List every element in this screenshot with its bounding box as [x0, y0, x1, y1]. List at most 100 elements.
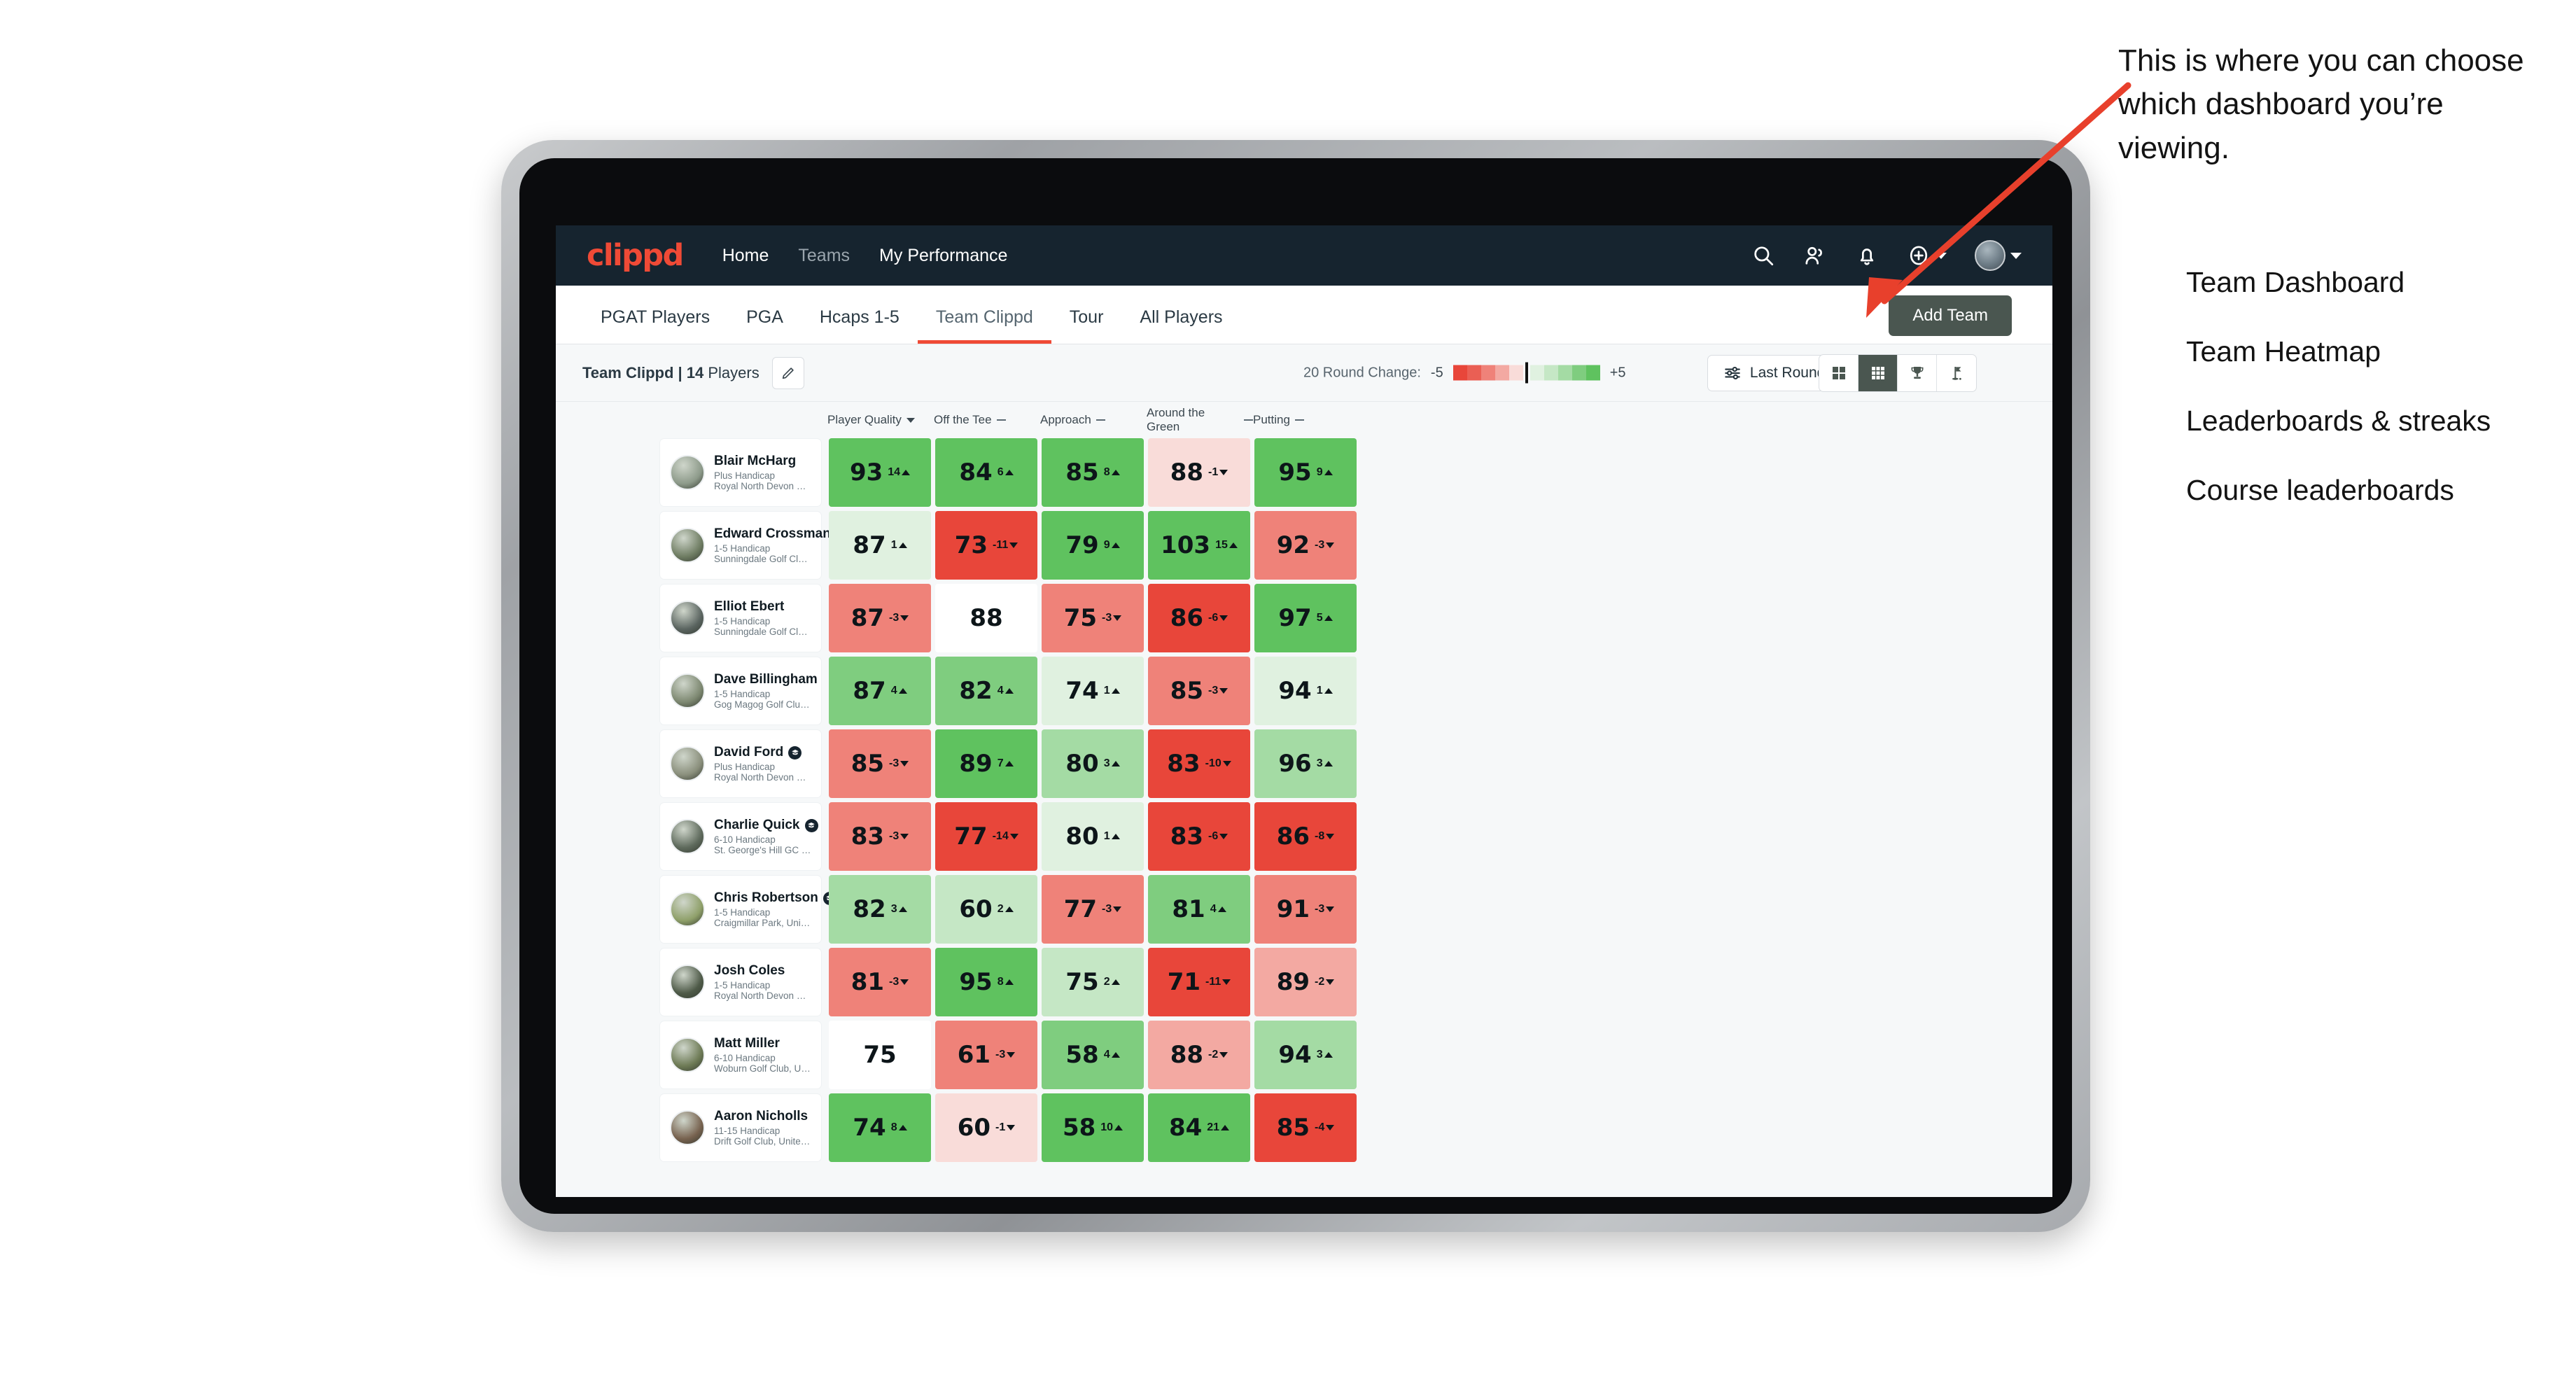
heatmap-cell[interactable]: 77 -14: [935, 802, 1037, 871]
nav-teams[interactable]: Teams: [798, 246, 850, 266]
heatmap-cell[interactable]: 58 4: [1042, 1021, 1144, 1089]
bell-icon[interactable]: [1855, 244, 1879, 267]
heatmap-cell[interactable]: 71 -11: [1148, 948, 1250, 1016]
heatmap-cell[interactable]: 91 -3: [1254, 875, 1357, 944]
heatmap-cell[interactable]: 87 -3: [829, 584, 931, 652]
table-row[interactable]: Charlie Quick 6-10 Handicap St. George's H…: [659, 802, 2052, 871]
heatmap-cell[interactable]: 85 -3: [829, 729, 931, 798]
column-header-putting[interactable]: Putting: [1253, 413, 1359, 427]
heatmap-cell[interactable]: 80 3: [1042, 729, 1144, 798]
heatmap-cell[interactable]: 88: [935, 584, 1037, 652]
table-row[interactable]: Elliot Ebert 1-5 Handicap Sunningdale Golf…: [659, 584, 2052, 652]
avatar[interactable]: [1975, 240, 2022, 271]
player-card[interactable]: Dave Billingham 1-5 Handicap Gog Magog Gol…: [659, 657, 822, 725]
player-card[interactable]: Matt Miller 6-10 Handicap Woburn Golf Club…: [659, 1021, 822, 1089]
tab-team-clippd[interactable]: Team Clippd: [917, 307, 1051, 344]
heatmap-cell[interactable]: 92 -3: [1254, 511, 1357, 580]
heatmap-cell[interactable]: 81 4: [1148, 875, 1250, 944]
table-row[interactable]: Dave Billingham 1-5 Handicap Gog Magog Gol…: [659, 657, 2052, 725]
player-card[interactable]: Blair McHarg Plus Handicap Royal North Dev…: [659, 438, 822, 507]
table-row[interactable]: Blair McHarg Plus Handicap Royal North Dev…: [659, 438, 2052, 507]
heatmap-cell[interactable]: 74 1: [1042, 657, 1144, 725]
triangle-up-icon: [1004, 470, 1014, 475]
heatmap-cell[interactable]: 77 -3: [1042, 875, 1144, 944]
player-card[interactable]: Josh Coles 1-5 Handicap Royal North Devon …: [659, 948, 822, 1016]
heatmap-cell[interactable]: 75 -3: [1042, 584, 1144, 652]
player-card[interactable]: Aaron Nicholls 11-15 Handicap Drift Golf C…: [659, 1093, 822, 1162]
heatmap-cell[interactable]: 94 3: [1254, 1021, 1357, 1089]
column-header-around-the-green[interactable]: Around the Green: [1147, 406, 1253, 434]
heatmap-cell[interactable]: 84 21: [1148, 1093, 1250, 1162]
tab-pga[interactable]: PGA: [728, 307, 802, 344]
search-icon[interactable]: [1751, 244, 1775, 267]
heatmap-cell[interactable]: 79 9: [1042, 511, 1144, 580]
table-row[interactable]: Matt Miller 6-10 Handicap Woburn Golf Club…: [659, 1021, 2052, 1089]
tab-hcaps-1-5[interactable]: Hcaps 1-5: [802, 307, 918, 344]
view-team-dashboard-button[interactable]: [1819, 354, 1858, 391]
heatmap-cell[interactable]: 86 -8: [1254, 802, 1357, 871]
heatmap-cell[interactable]: 87 1: [829, 511, 931, 580]
heatmap-cell[interactable]: 85 -3: [1148, 657, 1250, 725]
column-header-approach[interactable]: Approach: [1040, 413, 1147, 427]
heatmap-cell[interactable]: 61 -3: [935, 1021, 1037, 1089]
player-card[interactable]: Elliot Ebert 1-5 Handicap Sunningdale Golf…: [659, 584, 822, 652]
triangle-down-icon: [1219, 470, 1228, 475]
player-card[interactable]: Edward Crossman 1-5 Handicap Sunningdale G…: [659, 511, 831, 580]
heatmap-cell[interactable]: 75 2: [1042, 948, 1144, 1016]
heatmap-cell[interactable]: 82 3: [829, 875, 931, 944]
add-team-button[interactable]: Add Team: [1889, 295, 2012, 336]
player-card[interactable]: David Ford Plus Handicap Royal North Devon…: [659, 729, 822, 798]
people-icon[interactable]: [1803, 244, 1827, 267]
table-row[interactable]: David Ford Plus Handicap Royal North Devon…: [659, 729, 2052, 798]
table-row[interactable]: Aaron Nicholls 11-15 Handicap Drift Golf C…: [659, 1093, 2052, 1162]
heatmap-cell[interactable]: 89 7: [935, 729, 1037, 798]
column-header-player-quality[interactable]: Player Quality: [827, 413, 934, 427]
player-card[interactable]: Charlie Quick 6-10 Handicap St. George's H…: [659, 802, 822, 871]
heatmap-cell[interactable]: 85 8: [1042, 438, 1144, 507]
column-header-off-the-tee[interactable]: Off the Tee: [934, 413, 1040, 427]
heatmap-cell[interactable]: 74 8: [829, 1093, 931, 1162]
heatmap-cell[interactable]: 88 -2: [1148, 1021, 1250, 1089]
table-row[interactable]: Edward Crossman 1-5 Handicap Sunningdale G…: [659, 511, 2052, 580]
heatmap-cell[interactable]: 95 8: [935, 948, 1037, 1016]
nav-my-performance[interactable]: My Performance: [879, 246, 1007, 266]
heatmap-cell[interactable]: 95 9: [1254, 438, 1357, 507]
view-team-heatmap-button[interactable]: [1858, 354, 1898, 391]
plus-circle-icon[interactable]: [1907, 244, 1947, 267]
heatmap-cell[interactable]: 96 3: [1254, 729, 1357, 798]
heatmap-cell[interactable]: 60 -1: [935, 1093, 1037, 1162]
edit-team-button[interactable]: [771, 356, 804, 389]
tab-pgat-players[interactable]: PGAT Players: [582, 307, 728, 344]
view-course-leaderboards-button[interactable]: [1937, 355, 1976, 391]
heatmap-cell[interactable]: 89 -2: [1254, 948, 1357, 1016]
heatmap-cell[interactable]: 86 -6: [1148, 584, 1250, 652]
heatmap-cell[interactable]: 73 -11: [935, 511, 1037, 580]
view-leaderboards-button[interactable]: [1898, 354, 1937, 391]
cell-value: 91: [1276, 895, 1310, 923]
heatmap-cell[interactable]: 58 10: [1042, 1093, 1144, 1162]
heatmap-cell[interactable]: 82 4: [935, 657, 1037, 725]
heatmap-cell[interactable]: 103 15: [1148, 511, 1250, 580]
heatmap-cell[interactable]: 87 4: [829, 657, 931, 725]
heatmap-cell[interactable]: 85 -4: [1254, 1093, 1357, 1162]
heatmap-cell[interactable]: 83 -3: [829, 802, 931, 871]
heatmap-cell[interactable]: 97 5: [1254, 584, 1357, 652]
clippd-logo[interactable]: clippd: [587, 238, 684, 273]
nav-home[interactable]: Home: [722, 246, 769, 266]
tab-all-players[interactable]: All Players: [1121, 307, 1240, 344]
heatmap-cell[interactable]: 83 -6: [1148, 802, 1250, 871]
heatmap-cell[interactable]: 94 1: [1254, 657, 1357, 725]
heatmap-cell[interactable]: 75: [829, 1021, 931, 1089]
heatmap-cell[interactable]: 81 -3: [829, 948, 931, 1016]
heatmap-cell[interactable]: 60 2: [935, 875, 1037, 944]
player-card[interactable]: Chris Robertson 1-5 Handicap Craigmillar P…: [659, 875, 836, 944]
table-row[interactable]: Josh Coles 1-5 Handicap Royal North Devon …: [659, 948, 2052, 1016]
heatmap-cell[interactable]: 80 1: [1042, 802, 1144, 871]
heatmap-cell[interactable]: 84 6: [935, 438, 1037, 507]
cell-delta: -3: [1208, 685, 1228, 697]
heatmap-cell[interactable]: 88 -1: [1148, 438, 1250, 507]
heatmap-cell[interactable]: 93 14: [829, 438, 931, 507]
tab-tour[interactable]: Tour: [1051, 307, 1122, 344]
heatmap-cell[interactable]: 83 -10: [1148, 729, 1250, 798]
table-row[interactable]: Chris Robertson 1-5 Handicap Craigmillar P…: [659, 875, 2052, 944]
